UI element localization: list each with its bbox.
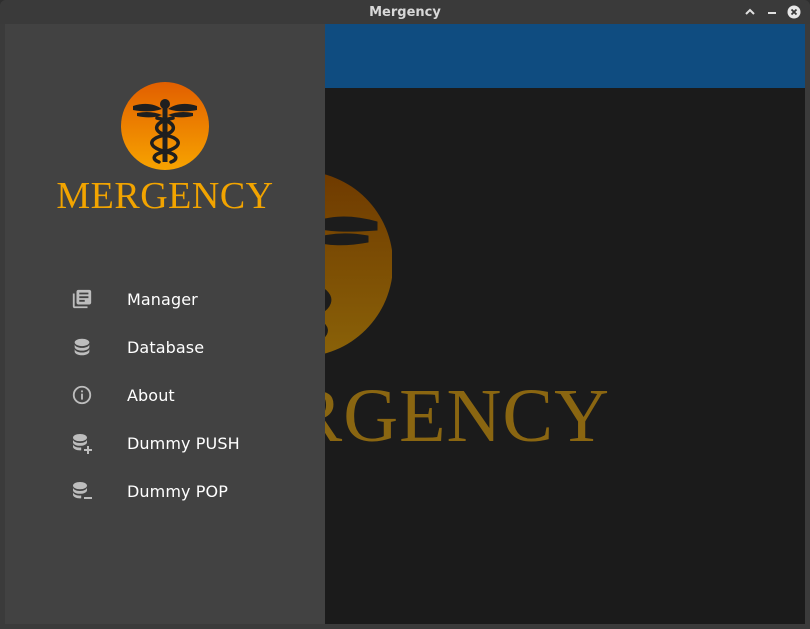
drawer-menu: Manager Database About Dummy PUSH Dummy …	[5, 275, 325, 515]
library-books-icon	[70, 287, 94, 311]
chevron-up-icon[interactable]	[742, 4, 758, 20]
menu-item-dummy-push[interactable]: Dummy PUSH	[5, 419, 325, 467]
navigation-drawer: MERGENCY Manager Database About Dummy PU…	[5, 24, 325, 624]
database-plus-icon	[70, 431, 94, 455]
app-window: Mergency RGENCY MERGENCY Manager Databas…	[0, 0, 810, 629]
close-icon[interactable]	[786, 4, 802, 20]
app-content: RGENCY MERGENCY Manager Database About D…	[5, 24, 805, 624]
database-minus-icon	[70, 479, 94, 503]
menu-item-dummy-pop[interactable]: Dummy POP	[5, 467, 325, 515]
menu-item-label: Dummy PUSH	[127, 433, 240, 453]
drawer-brand-wordmark: MERGENCY	[56, 175, 274, 217]
title-bar[interactable]: Mergency	[0, 0, 810, 24]
window-controls	[742, 4, 802, 20]
window-border	[0, 624, 810, 629]
menu-item-about[interactable]: About	[5, 371, 325, 419]
window-title: Mergency	[369, 4, 441, 20]
info-icon	[70, 383, 94, 407]
menu-item-database[interactable]: Database	[5, 323, 325, 371]
minimize-icon[interactable]	[764, 4, 780, 20]
caduceus-logo-icon	[121, 82, 209, 170]
menu-item-label: Dummy POP	[127, 481, 228, 501]
menu-item-label: Database	[127, 337, 205, 357]
menu-item-manager[interactable]: Manager	[5, 275, 325, 323]
database-icon	[70, 335, 94, 359]
menu-item-label: About	[127, 385, 175, 405]
menu-item-label: Manager	[127, 289, 198, 309]
